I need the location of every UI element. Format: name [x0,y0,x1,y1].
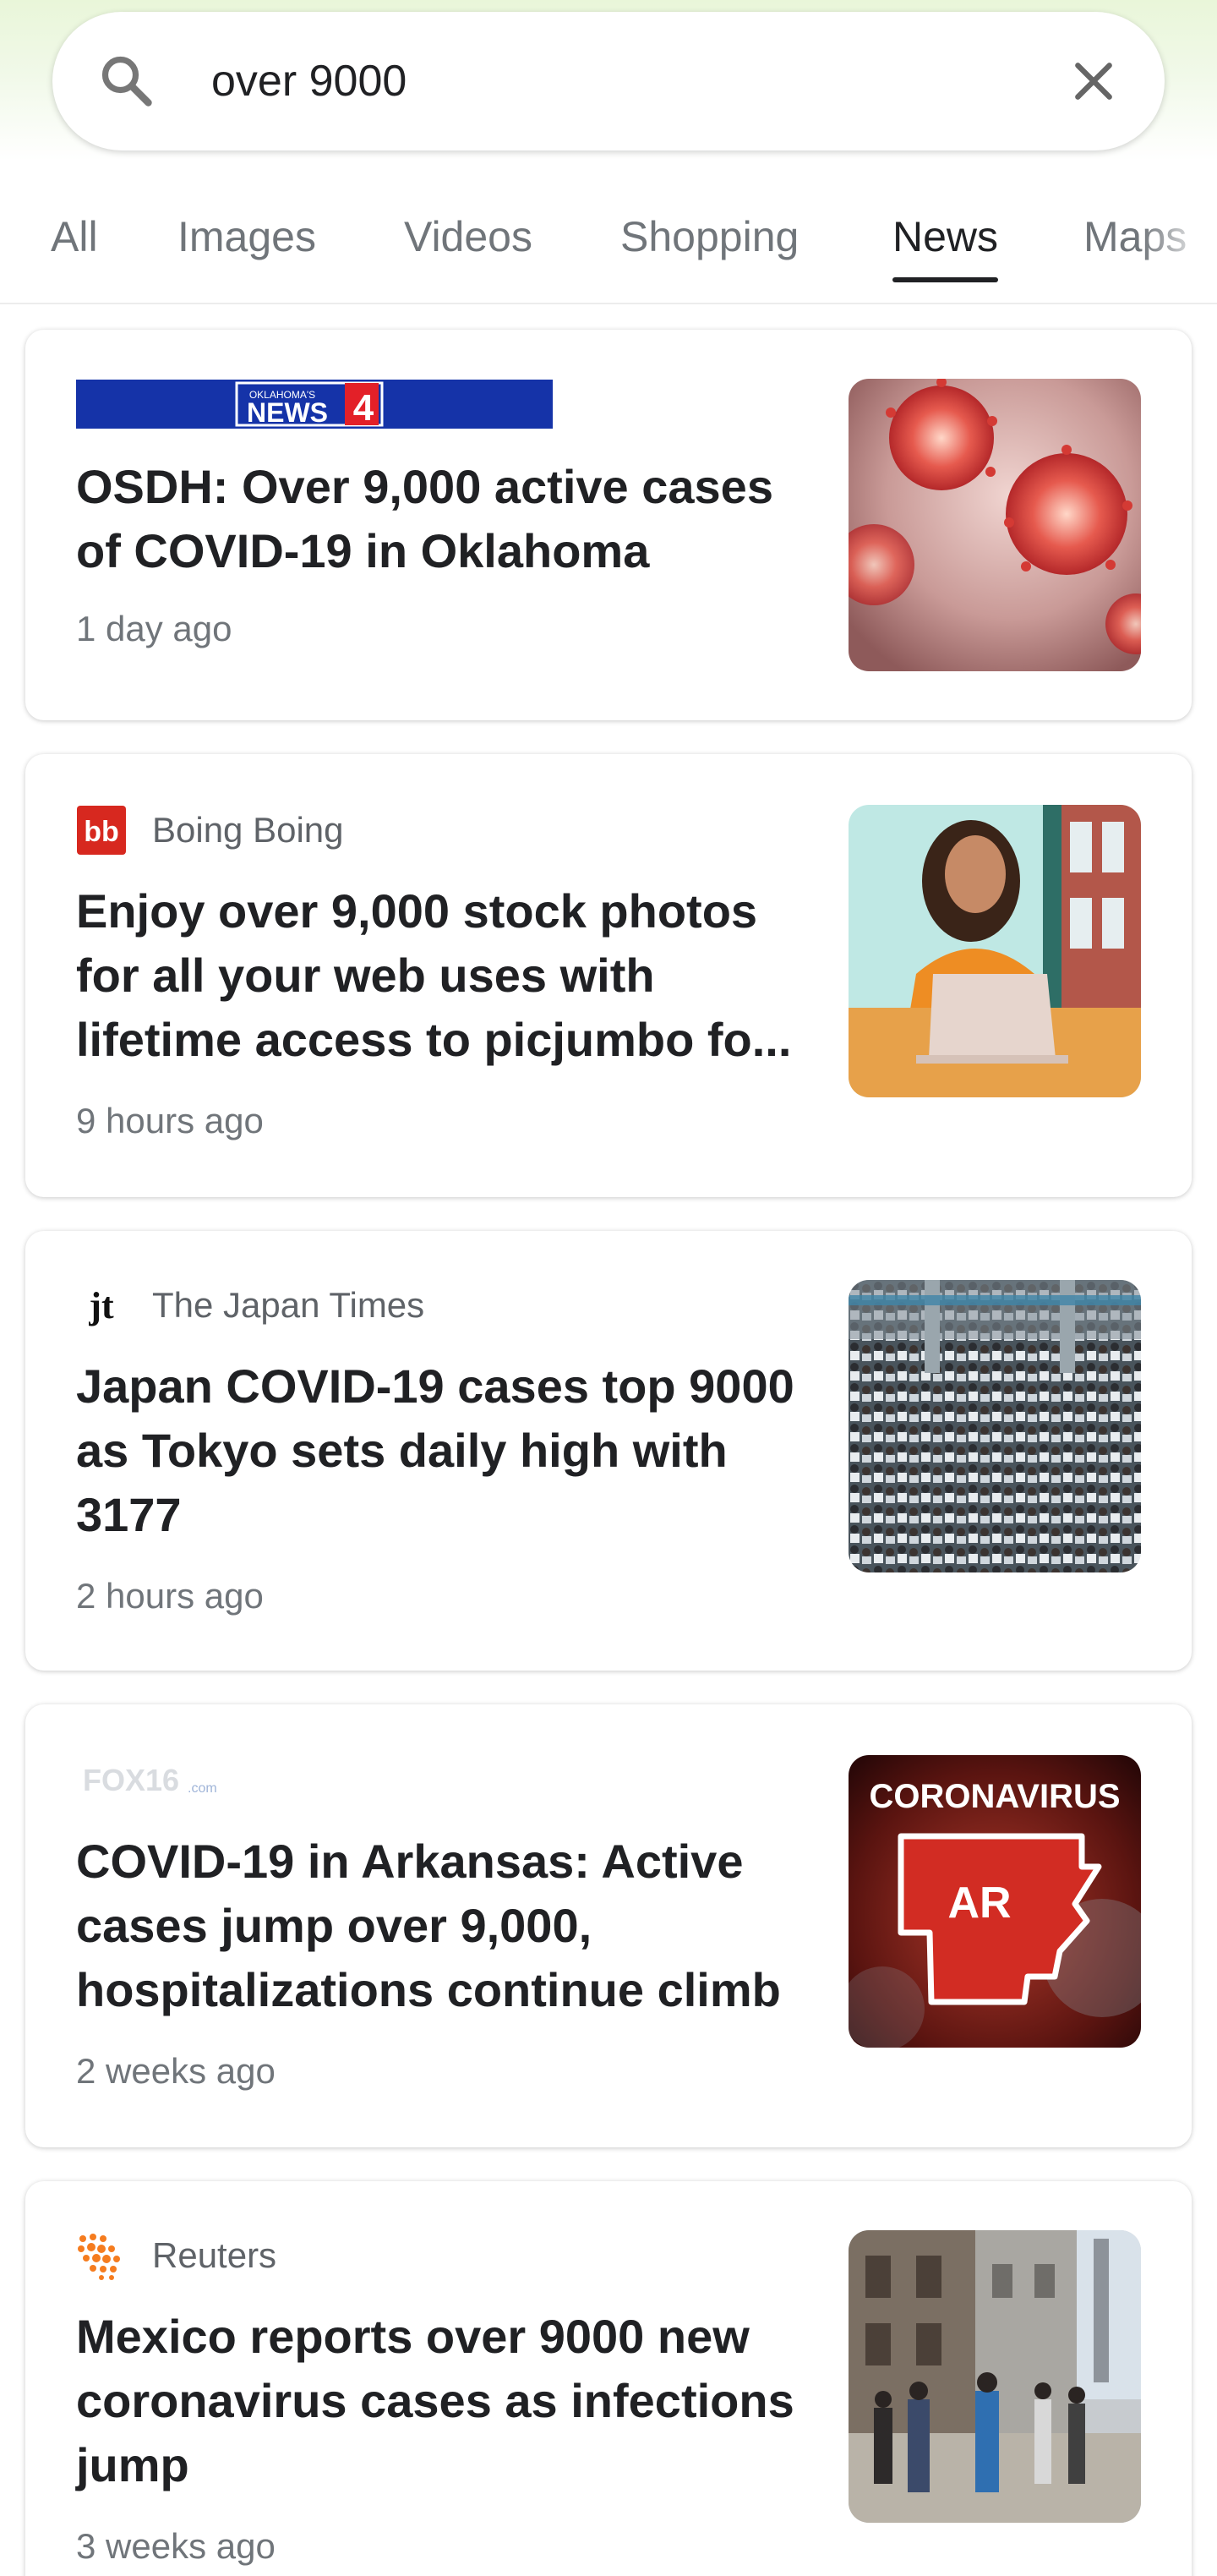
japan-times-logo: jt [76,1280,127,1331]
boing-boing-logo: bb [76,805,127,856]
thumb-title: CORONAVIRUS [869,1778,1120,1815]
source-name: Boing Boing [152,810,344,850]
search-icon[interactable] [96,51,157,112]
coronavirus-particles-image [849,379,1141,671]
logo-text: NEWS [247,397,328,428]
article-thumbnail[interactable] [849,805,1141,1097]
source-row: FOX16 .com [76,1755,237,1806]
article-headline[interactable]: COVID-19 in Arkansas: Active cases jump … [76,1829,828,2022]
logo-text: FOX16 [83,1763,179,1797]
news-card[interactable]: FOX16 .com COVID-19 in Arkansas: Active … [25,1704,1192,2147]
thumb-label: AR [947,1879,1011,1928]
article-thumbnail[interactable] [849,1280,1141,1572]
article-headline[interactable]: Enjoy over 9,000 stock photos for all yo… [76,879,828,1072]
reuters-logo [76,2230,127,2281]
tab-images[interactable]: Images [177,206,316,282]
news-card[interactable]: OKLAHOMA'S NEWS 4 OSDH: Over 9,000 activ… [25,330,1192,720]
source-row: OKLAHOMA'S NEWS 4 [76,379,553,429]
source-name: Reuters [152,2235,277,2275]
article-time: 2 weeks ago [76,2051,276,2091]
search-input[interactable]: over 9000 [211,12,407,150]
article-thumbnail[interactable] [849,2230,1141,2523]
article-headline[interactable]: Japan COVID-19 cases top 9000 as Tokyo s… [76,1354,828,1547]
logo-text: jt [88,1285,114,1326]
news-card[interactable]: Reuters Mexico reports over 9000 new cor… [25,2181,1192,2576]
article-thumbnail[interactable]: CORONAVIRUS AR [849,1755,1141,2048]
woman-laptop-image [849,805,1141,1097]
tab-news[interactable]: News [892,206,999,282]
source-name: The Japan Times [152,1285,425,1325]
news4-logo: OKLAHOMA'S NEWS 4 [76,380,553,429]
logo-text: bb [84,816,119,848]
news-card[interactable]: bb Boing Boing Enjoy over 9,000 stock ph… [25,754,1192,1197]
article-time: 2 hours ago [76,1576,264,1616]
tab-videos[interactable]: Videos [404,206,532,282]
source-row: Reuters [76,2230,276,2281]
street-scene-image [849,2230,1141,2523]
coronavirus-arkansas-image: CORONAVIRUS AR [849,1755,1141,2048]
crowd-image [849,1280,1141,1572]
article-thumbnail[interactable] [849,379,1141,671]
article-headline[interactable]: OSDH: Over 9,000 active cases of COVID-1… [76,455,828,583]
tab-shopping[interactable]: Shopping [620,206,799,282]
logo-subtext: .com [188,1781,217,1796]
tabs-fade [1141,169,1217,303]
logo-badge: 4 [353,387,374,429]
search-tabs: All Images Videos Shopping News Maps [0,169,1217,304]
source-row: jt The Japan Times [76,1280,424,1331]
article-time: 9 hours ago [76,1101,264,1140]
source-row: bb Boing Boing [76,805,344,856]
fox16-logo: FOX16 .com [83,1763,217,1797]
tab-all[interactable]: All [51,206,98,282]
news-card[interactable]: jt The Japan Times Japan COVID-19 cases … [25,1231,1192,1671]
search-bar[interactable]: over 9000 [52,12,1165,150]
close-icon[interactable] [1067,54,1121,108]
article-headline[interactable]: Mexico reports over 9000 new coronavirus… [76,2305,828,2497]
article-time: 1 day ago [76,609,232,648]
article-time: 3 weeks ago [76,2526,276,2566]
